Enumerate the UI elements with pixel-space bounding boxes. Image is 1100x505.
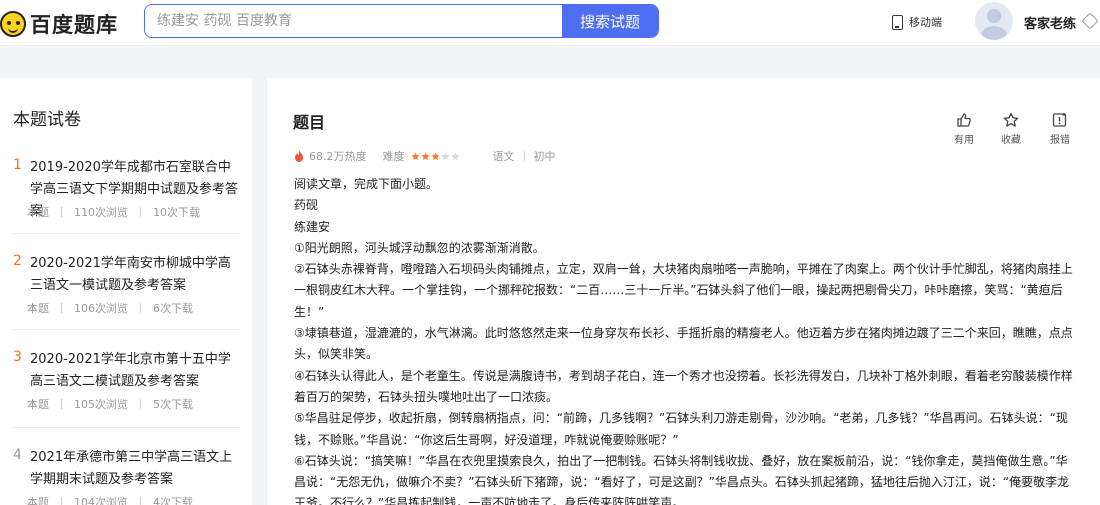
level-label: 初中 (533, 150, 556, 163)
divider (13, 329, 240, 330)
subject-label: 语文 (492, 150, 515, 163)
paper-downloads: 6次下载 (153, 302, 193, 315)
paper-title-link[interactable]: 2020-2021学年南安市柳城中学高三语文一模试题及参考答案 (30, 253, 242, 297)
star-empty-icon (440, 151, 450, 160)
question-line: ①阳光朗照，河头城浮动飘忽的浓雾渐渐消散。 (294, 240, 545, 255)
search-input[interactable] (145, 5, 562, 37)
paper-downloads: 5次下载 (153, 398, 193, 411)
difficulty-stars (410, 151, 461, 161)
paper-meta: 本题 110次浏览 10次下载 (27, 204, 200, 220)
paper-number: 2 (13, 253, 22, 269)
heat-count: 68.2万热度 (309, 150, 367, 163)
fire-icon (295, 150, 303, 162)
favorite-label: 收藏 (1001, 135, 1021, 146)
question-line: ⑤华昌驻足停步，收起折扇，倒转扇柄指点，问：“前蹄，几多钱啊？”石钵头利刀游走剔… (294, 411, 1068, 447)
divider (13, 427, 240, 428)
paper-number: 4 (13, 447, 22, 463)
paper-views: 104次浏览 (74, 496, 128, 505)
favorite-button[interactable]: 收藏 (996, 112, 1026, 146)
question-line: ②石钵头赤裸脊背，噔噔踏入石坝码头肉铺摊点，立定，双肩一耸，大块猪肉扇啪嗒一声脆… (294, 262, 1073, 319)
sidebar-title: 本题试卷 (13, 110, 81, 130)
paper-title-link[interactable]: 2020-2021学年北京市第十五中学高三语文二模试题及参考答案 (30, 349, 242, 393)
star-outline-icon (1003, 112, 1019, 127)
like-label: 有用 (954, 135, 974, 146)
report-label: 报错 (1050, 135, 1070, 146)
paper-number: 1 (13, 157, 22, 173)
question-line: ③埭镇巷道，湿漉漉的，水气淋漓。此时悠悠然走来一位身穿灰布长衫、手摇折扇的精瘦老… (294, 326, 1073, 362)
question-line: 练建安 (294, 219, 331, 234)
paper-downloads: 10次下载 (153, 206, 200, 219)
like-button[interactable]: 有用 (949, 112, 979, 146)
top-header: 百度题库 搜索试题 移动端 客家老练 (0, 0, 1100, 46)
mobile-link[interactable]: 移动端 (892, 14, 942, 30)
divider (13, 233, 240, 234)
question-line: ⑥石钵头说：“搞笑嘛！”华昌在衣兜里摸索良久，拍出了一把制钱。石钵头将制钱收拢、… (294, 453, 1070, 505)
thumbs-up-icon (957, 113, 971, 127)
star-filled-icon (420, 151, 430, 160)
phone-icon (892, 14, 903, 30)
logo-text: 百度题库 (30, 13, 118, 37)
baidu-tiku-logo[interactable]: 百度题库 (0, 9, 118, 39)
paper-views: 106次浏览 (74, 302, 128, 315)
star-empty-icon (450, 151, 460, 160)
paper-sidebar: 本题试卷 1 2019-2020学年成都市石室联合中学高三语文下学期期中试题及参… (0, 78, 252, 505)
difficulty-label: 难度 (382, 150, 405, 163)
star-filled-icon (430, 151, 440, 160)
question-line: ④石钵头认得此人，是个老童生。传说是满腹诗书，考到胡子花白，连一个秀才也没捞着。… (294, 368, 1073, 404)
report-button[interactable]: 报错 (1045, 112, 1075, 146)
paper-number: 3 (13, 349, 22, 365)
question-title: 题目 (293, 113, 326, 132)
paper-downloads: 4次下载 (153, 496, 193, 505)
paper-tag: 本题 (27, 496, 49, 505)
paper-tag: 本题 (27, 302, 49, 315)
paper-tag: 本题 (27, 206, 49, 219)
search-bar: 搜索试题 (144, 4, 659, 38)
paper-meta: 本题 105次浏览 5次下载 (27, 396, 193, 412)
question-panel: 题目 有用 收藏 报错 68.2万热度 难度 语文 初中 阅读文章，完成下面小题… (267, 78, 1100, 505)
paper-meta: 本题 106次浏览 6次下载 (27, 300, 193, 316)
question-line: 药砚 (294, 198, 319, 213)
mobile-label: 移动端 (909, 16, 942, 29)
question-body: 阅读文章，完成下面小题。 药砚 练建安 ①阳光朗照，河头城浮动飘忽的浓雾渐渐消散… (294, 174, 1074, 505)
logo-face-icon (0, 11, 26, 37)
report-error-icon (1052, 113, 1067, 127)
question-line: 阅读文章，完成下面小题。 (294, 177, 439, 191)
question-meta: 68.2万热度 难度 语文 初中 (294, 148, 556, 164)
paper-tag: 本题 (27, 398, 49, 411)
paper-title-link[interactable]: 2021年承德市第三中学高三语文上学期期末试题及参考答案 (30, 447, 242, 491)
username[interactable]: 客家老练 (1024, 13, 1076, 32)
paper-meta: 本题 104次浏览 4次下载 (27, 494, 193, 505)
avatar[interactable] (975, 2, 1013, 40)
star-filled-icon (410, 151, 420, 160)
vip-diamond-icon[interactable] (1081, 12, 1099, 30)
paper-views: 105次浏览 (74, 398, 128, 411)
paper-views: 110次浏览 (74, 206, 128, 219)
search-button[interactable]: 搜索试题 (562, 5, 658, 37)
